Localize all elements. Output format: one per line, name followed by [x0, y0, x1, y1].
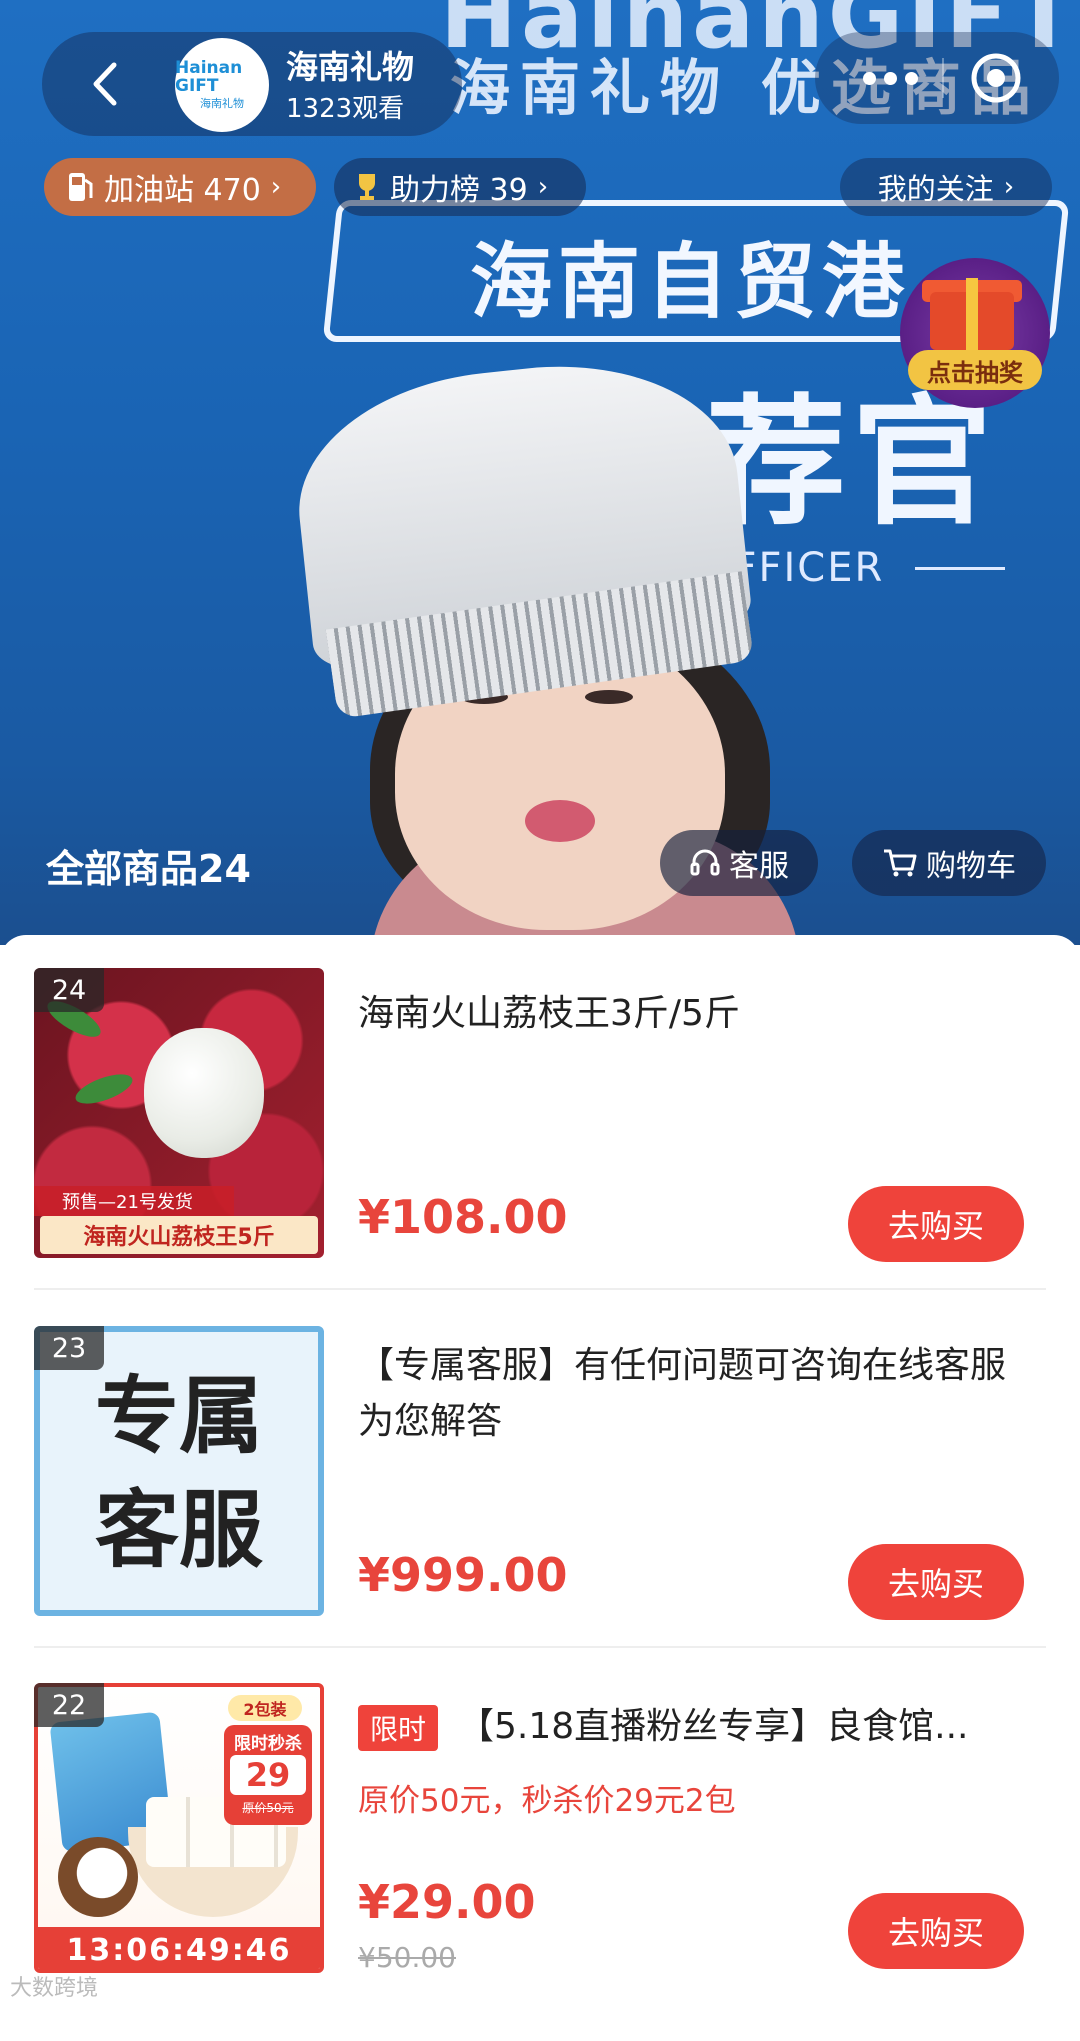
gas-station-button[interactable]: 加油站 470 ›	[44, 158, 316, 216]
product-item[interactable]: 24 预售—21号发货 海南火山荔枝王5斤 海南火山荔枝王3斤/5斤 ¥108.…	[0, 968, 1080, 1326]
close-target-icon[interactable]	[968, 50, 1024, 106]
capsule-divider	[942, 58, 944, 98]
my-follow-label: 我的关注	[877, 172, 994, 206]
background-banner-text: 海南自贸港	[470, 235, 911, 330]
viewer-count: 1323观看	[286, 94, 405, 124]
background-line	[915, 567, 1005, 570]
fuel-pump-icon	[69, 173, 93, 201]
my-follow-button[interactable]: 我的关注 ›	[840, 158, 1052, 216]
product-number-tag: 23	[34, 1326, 104, 1370]
all-goods-title: 全部商品24	[46, 847, 251, 891]
headset-icon	[690, 849, 720, 876]
back-button[interactable]	[70, 46, 140, 122]
live-video: HainanGIFT 海南礼物 优选商品 海南自贸港 推荐官 OFFICER	[0, 0, 1080, 945]
customer-service-button[interactable]: 客服	[660, 830, 818, 896]
divider	[34, 1288, 1046, 1290]
product-item[interactable]: 23 专属 客服 【专属客服】有任何问题可咨询在线客服为您解答 ¥999.00 …	[0, 1326, 1080, 1684]
lottery-label[interactable]: 点击抽奖	[908, 350, 1042, 390]
chevron-right-icon: ›	[537, 172, 549, 202]
product-price: ¥108.00	[358, 1190, 568, 1244]
image-text-line2: 客服	[94, 1481, 263, 1579]
original-price: ¥50.00	[358, 1941, 456, 1974]
chevron-right-icon: ›	[270, 172, 282, 202]
trophy-icon	[359, 174, 375, 200]
help-rank-button[interactable]: 助力榜 39 ›	[334, 158, 586, 216]
gift-ribbon-icon	[966, 278, 978, 352]
buy-button[interactable]: 去购买	[848, 1544, 1024, 1620]
product-title[interactable]: 【专属客服】有任何问题可咨询在线客服为您解答	[358, 1338, 1028, 1450]
product-subtitle: 原价50元，秒杀价29元2包	[358, 1783, 736, 1819]
flash-sale-orig: 原价50元	[242, 1801, 294, 1815]
product-number-tag: 22	[34, 1683, 104, 1727]
pack-tag: 2包装	[228, 1695, 302, 1721]
cart-icon	[884, 849, 917, 877]
product-number-tag: 24	[34, 968, 104, 1012]
cart-label: 购物车	[926, 849, 1016, 884]
chevron-left-icon	[93, 62, 117, 106]
product-price: ¥999.00	[358, 1548, 568, 1602]
image-text-line1: 专属	[94, 1367, 263, 1465]
divider	[34, 1646, 1046, 1648]
watermark: 大数跨境	[10, 1976, 99, 2001]
product-list-sheet: 24 预售—21号发货 海南火山荔枝王5斤 海南火山荔枝王3斤/5斤 ¥108.…	[0, 935, 1080, 2006]
customer-service-label: 客服	[729, 849, 789, 884]
coconut	[58, 1837, 138, 1917]
presale-strip: 预售—21号发货	[34, 1186, 234, 1216]
limited-tag: 限时	[358, 1705, 438, 1751]
product-title[interactable]: 海南火山荔枝王3斤/5斤	[358, 986, 1028, 1042]
product-title[interactable]: 【5.18直播粉丝专享】良食馆...	[458, 1699, 1028, 1755]
product-item[interactable]: 22 2包装 限时秒杀 29 原价50元 13:06:49:46 限时 【5.1…	[0, 1683, 1080, 2041]
avatar[interactable]: Hainan GIFT 海南礼物	[175, 38, 269, 132]
flash-sale-tag: 限时秒杀 29 原价50元	[224, 1725, 312, 1825]
help-rank-label: 助力榜 39	[390, 173, 528, 208]
countdown-timer: 13:06:49:46	[38, 1927, 320, 1969]
shop-name[interactable]: 海南礼物	[286, 42, 414, 88]
host-eye-right	[585, 690, 633, 704]
avatar-logo-sub: 海南礼物	[200, 97, 244, 110]
buy-button[interactable]: 去购买	[848, 1893, 1024, 1969]
product-price: ¥29.00	[358, 1875, 536, 1929]
gas-station-label: 加油站 470	[104, 173, 261, 208]
lychee-flesh	[144, 1028, 264, 1158]
chevron-right-icon: ›	[1003, 172, 1015, 202]
image-banner: 海南火山荔枝王5斤	[40, 1216, 318, 1254]
flash-sale-price: 29	[230, 1755, 306, 1795]
leaf-icon	[72, 1068, 136, 1110]
host-lips	[525, 800, 595, 842]
avatar-logo-text: Hainan GIFT	[175, 58, 243, 96]
buy-button[interactable]: 去购买	[848, 1186, 1024, 1262]
cart-button[interactable]: 购物车	[852, 830, 1046, 896]
more-icon[interactable]	[845, 56, 935, 100]
flash-sale-label: 限时秒杀	[234, 1734, 302, 1754]
